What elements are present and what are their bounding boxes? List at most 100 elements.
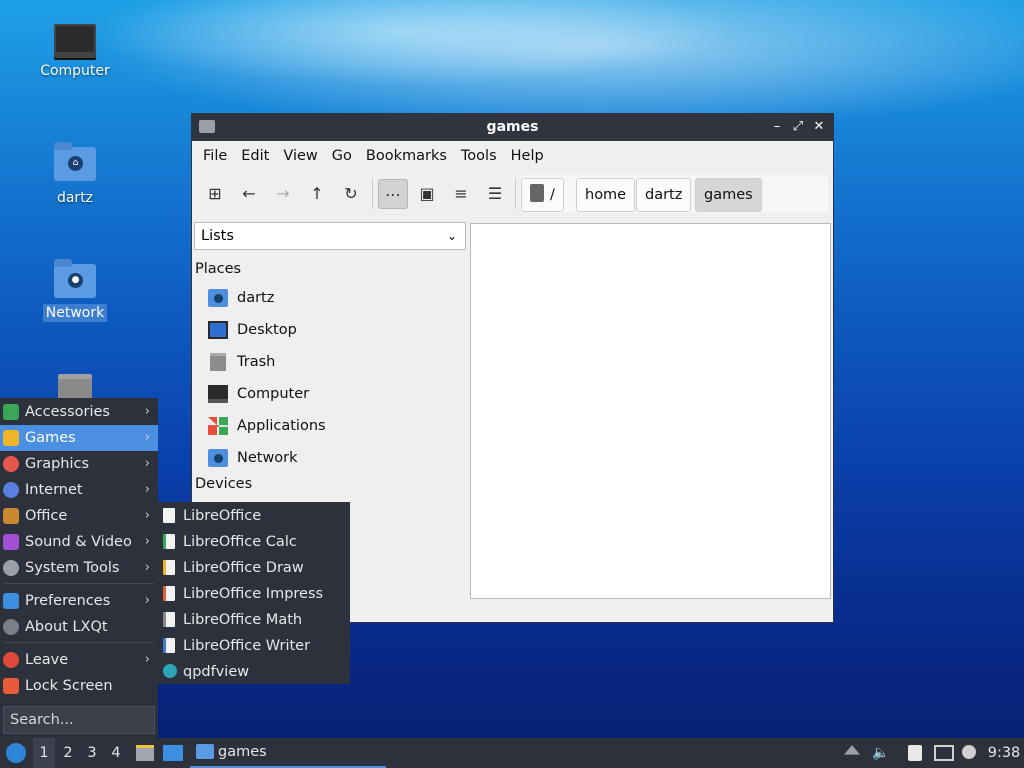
desktop-icon-label: Network [42,304,108,322]
trash-icon [58,374,92,400]
draw-icon [163,560,175,575]
menu-help[interactable]: Help [504,148,551,164]
minimize-button[interactable]: – [768,117,786,137]
internet-icon [3,482,19,498]
volume-icon[interactable]: 🔈 [872,745,889,761]
side-pane-mode-select[interactable]: Lists ⌄ [194,222,466,250]
menu-internet[interactable]: Internet › [0,477,158,503]
app-libreoffice-impress[interactable]: LibreOffice Impress [158,581,350,607]
app-libreoffice-writer[interactable]: LibreOffice Writer [158,633,350,659]
drive-icon [530,184,544,202]
path-home[interactable]: home [576,178,636,212]
thumbnail-view-icon[interactable]: ▣ [412,179,442,209]
desktop-icon-trash[interactable] [30,374,120,400]
icon-view-icon[interactable]: ⋯ [378,179,408,209]
menubar: File Edit View Go Bookmarks Tools Help [192,141,833,171]
power-icon [3,652,19,668]
network-folder-icon [208,449,228,467]
menu-view[interactable]: View [276,148,324,164]
menu-lock-screen[interactable]: Lock Screen [0,673,158,699]
menu-file[interactable]: File [196,148,234,164]
app-libreoffice[interactable]: LibreOffice [158,503,350,529]
clock[interactable]: 9:38 [986,738,1022,768]
path-games[interactable]: games [695,178,762,212]
desktop-icon-network[interactable]: ● Network [30,259,120,322]
lxqt-logo-icon [6,743,26,763]
menu-graphics[interactable]: Graphics › [0,451,158,477]
writer-icon [163,638,175,653]
network-icon[interactable] [934,745,954,761]
place-trash[interactable]: Trash [208,348,275,376]
start-menu-button[interactable] [4,738,28,768]
app-libreoffice-draw[interactable]: LibreOffice Draw [158,555,350,581]
menu-search-input[interactable]: Search... [3,706,155,734]
show-desktop-button[interactable] [162,738,184,768]
taskbar: 1 2 3 4 games 🔈 9:38 [0,738,1024,768]
menu-edit[interactable]: Edit [234,148,276,164]
notification-icon[interactable] [962,745,976,759]
back-icon[interactable]: ← [234,179,264,209]
file-manager-launcher[interactable] [134,738,156,768]
accessories-icon [3,404,19,420]
up-icon[interactable]: ↑ [302,179,332,209]
place-applications[interactable]: Applications [208,412,326,440]
math-icon [163,612,175,627]
titlebar[interactable]: games – ⤢ ✕ [192,114,833,141]
close-button[interactable]: ✕ [810,117,828,137]
detail-view-icon[interactable]: ☰ [480,179,510,209]
sound-video-icon [3,534,19,550]
menu-leave[interactable]: Leave › [0,647,158,673]
app-libreoffice-math[interactable]: LibreOffice Math [158,607,350,633]
menu-bookmarks[interactable]: Bookmarks [359,148,454,164]
graphics-icon [3,456,19,472]
desktop-icon [208,321,228,339]
lock-icon [3,678,19,694]
path-dartz[interactable]: dartz [636,178,692,212]
workspace-1[interactable]: 1 [33,738,55,768]
workspace-2[interactable]: 2 [57,738,79,768]
impress-icon [163,586,175,601]
desktop-icon-home[interactable]: ⌂ dartz [30,142,120,207]
chevron-right-icon: › [144,456,150,471]
menu-tools[interactable]: Tools [454,148,504,164]
workspace-4[interactable]: 4 [105,738,127,768]
maximize-button[interactable]: ⤢ [789,117,807,137]
path-root[interactable]: / [521,178,564,212]
home-folder-icon: ⌂ [54,142,96,181]
reload-icon[interactable]: ↻ [336,179,366,209]
menu-sound-video[interactable]: Sound & Video › [0,529,158,555]
chevron-right-icon: › [144,593,150,608]
menu-system-tools[interactable]: System Tools › [0,555,158,581]
computer-icon [54,24,96,58]
menu-accessories[interactable]: Accessories › [0,399,158,425]
chevron-right-icon: › [144,560,150,575]
system-tools-icon [3,560,19,576]
clipboard-icon[interactable] [908,745,922,761]
folder-content-view[interactable] [470,223,831,599]
app-libreoffice-calc[interactable]: LibreOffice Calc [158,529,350,555]
compact-view-icon[interactable]: ≡ [446,179,476,209]
eject-icon[interactable] [844,745,860,755]
devices-heading: Devices [195,476,253,492]
office-submenu: LibreOffice LibreOffice Calc LibreOffice… [158,502,350,684]
new-tab-icon[interactable]: ⊞ [200,179,230,209]
place-home[interactable]: dartz [208,284,274,312]
menu-preferences[interactable]: Preferences › [0,588,158,614]
task-games[interactable]: games [190,738,386,768]
menu-go[interactable]: Go [325,148,359,164]
applications-icon [208,417,228,435]
app-qpdfview[interactable]: qpdfview [158,659,350,685]
place-desktop[interactable]: Desktop [208,316,297,344]
menu-games[interactable]: Games › [0,425,158,451]
place-computer[interactable]: Computer [208,380,309,408]
menu-about-lxqt[interactable]: About LXQt [0,614,158,640]
libreoffice-icon [163,508,175,523]
workspace-3[interactable]: 3 [81,738,103,768]
desktop-icon-computer[interactable]: Computer [30,24,120,80]
menu-office[interactable]: Office › [0,503,158,529]
place-network[interactable]: Network [208,444,298,472]
window-title: games [486,119,539,135]
home-folder-icon [208,289,228,307]
toolbar: ⊞ ← → ↑ ↻ ⋯ ▣ ≡ ☰ / home dartz games [192,171,833,217]
forward-icon[interactable]: → [268,179,298,209]
